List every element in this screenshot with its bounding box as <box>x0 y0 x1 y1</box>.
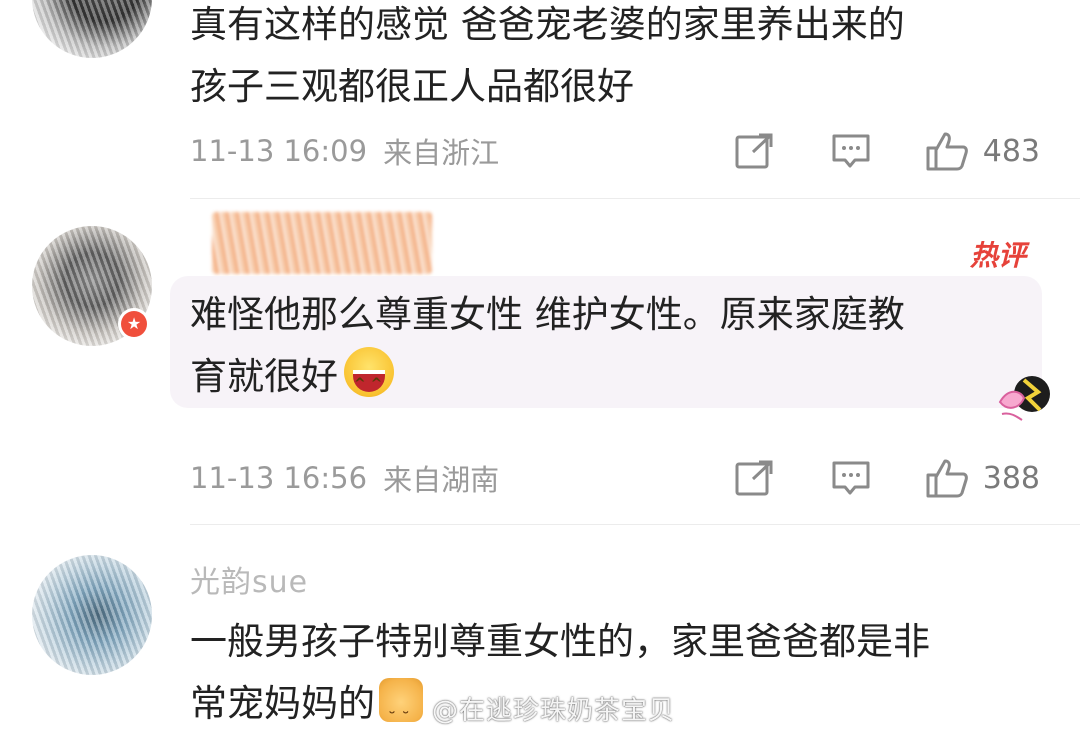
comment-icon <box>832 134 870 168</box>
comment-text-segment: 育就很好 <box>190 355 338 398</box>
comment-time: 11-13 16:09 <box>190 134 368 168</box>
reply-button[interactable] <box>831 459 871 497</box>
comment-time: 11-13 16:56 <box>190 461 368 495</box>
vip-badge-icon: ★ <box>118 308 150 340</box>
cat-emoji-icon <box>379 678 423 734</box>
comment-icon <box>832 461 870 495</box>
comment-meta: 11-13 16:56 来自湖南 388 <box>190 457 1050 499</box>
avatar[interactable] <box>32 0 152 58</box>
comment-text-line: 孩子三观都很正人品都很好 <box>190 65 634 108</box>
share-button[interactable] <box>735 132 775 170</box>
comment-text-line: 真有这样的感觉 爸爸宠老婆的家里养出来的 <box>190 3 905 46</box>
comment-text: 真有这样的感觉 爸爸宠老婆的家里养出来的 孩子三观都很正人品都很好 <box>190 0 1040 118</box>
watermark: @在逃珍珠奶茶宝贝 <box>432 696 676 726</box>
like-button[interactable]: 388 <box>925 457 1040 499</box>
share-button[interactable] <box>735 459 775 497</box>
comment-text-segment: 常宠妈妈的 <box>190 682 375 725</box>
comment-item: 真有这样的感觉 爸爸宠老婆的家里养出来的 孩子三观都很正人品都很好 11-13 … <box>0 0 1080 194</box>
comment-item: ★ 热评 难怪他那么尊重女性 维护女性。原来家庭教 育就很好 11-13 16:… <box>0 198 1080 524</box>
reply-button[interactable] <box>831 132 871 170</box>
comment-text: 难怪他那么尊重女性 维护女性。原来家庭教 育就很好 <box>190 284 1040 415</box>
hot-comment-badge: 热评 <box>969 239 1026 272</box>
comment-text-line: 难怪他那么尊重女性 维护女性。原来家庭教 <box>190 293 905 336</box>
comment-feed: 真有这样的感觉 爸爸宠老婆的家里养出来的 孩子三观都很正人品都很好 11-13 … <box>0 0 1080 734</box>
avatar-blur <box>32 0 152 58</box>
avatar-blur <box>32 555 152 675</box>
thumbs-up-icon <box>926 459 968 498</box>
thumbs-up-icon <box>926 132 968 171</box>
comment-username[interactable]: 光韵sue <box>190 557 308 601</box>
comment-location: 来自湖南 <box>383 463 500 497</box>
like-button[interactable]: 483 <box>925 130 1040 172</box>
comment-meta: 11-13 16:09 来自浙江 483 <box>190 130 1050 172</box>
comment-text-line: 育就很好 <box>190 346 1040 415</box>
comment-location: 来自浙江 <box>383 136 500 170</box>
comment-actions: 388 <box>735 457 1040 499</box>
username-redacted <box>212 212 432 274</box>
comment-text-line: 一般男孩子特别尊重女性的，家里爸爸都是非 <box>190 620 930 663</box>
comment-actions: 483 <box>735 130 1040 172</box>
laughing-emoji-icon <box>344 347 394 415</box>
like-count: 483 <box>982 133 1040 169</box>
avatar[interactable] <box>32 555 152 675</box>
share-icon <box>735 460 773 496</box>
share-icon <box>735 133 773 169</box>
like-count: 388 <box>982 460 1040 496</box>
